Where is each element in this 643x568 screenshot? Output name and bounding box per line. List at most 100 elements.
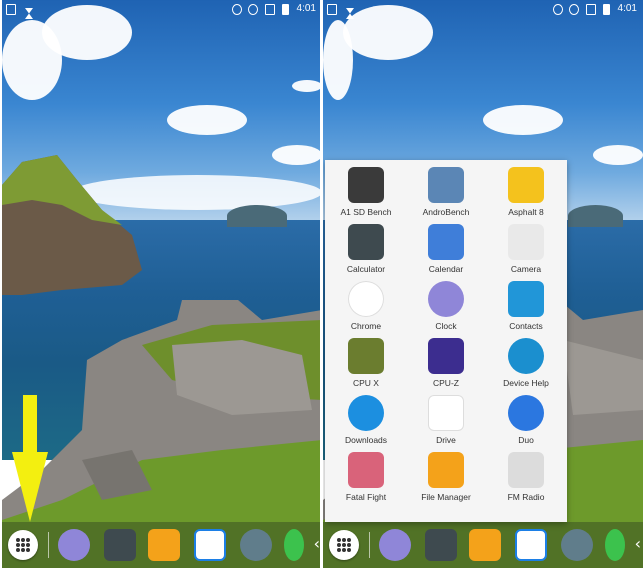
app-label: Downloads xyxy=(344,435,388,445)
launcher-dot xyxy=(21,543,25,547)
app-cpu-x[interactable]: CPU X xyxy=(326,333,406,390)
calculator-icon xyxy=(348,224,384,260)
launcher-dot xyxy=(342,548,346,552)
app-clock[interactable]: Clock xyxy=(406,276,486,333)
app-drawer-button[interactable] xyxy=(8,530,38,560)
settings-icon[interactable] xyxy=(240,529,272,561)
hotspot-icon xyxy=(232,4,242,15)
app-label: A1 SD Bench xyxy=(340,207,392,217)
app-drawer-screen: 4:01 A1 SD Bench AndroBench Asphalt 8 Calcu… xyxy=(323,0,643,568)
app-asphalt-8[interactable]: Asphalt 8 xyxy=(486,162,566,219)
app-androbench[interactable]: AndroBench xyxy=(406,162,486,219)
duo-icon xyxy=(508,395,544,431)
cloud xyxy=(292,80,322,92)
folder-icon xyxy=(428,452,464,488)
dock-separator xyxy=(369,532,370,558)
arrow-pointer-head xyxy=(12,452,48,522)
dock: ‹ xyxy=(323,522,643,568)
settings-icon[interactable] xyxy=(561,529,593,561)
app-drawer[interactable]: A1 SD Bench AndroBench Asphalt 8 Calculator… xyxy=(325,160,567,522)
clock-icon[interactable] xyxy=(379,529,411,561)
app-device-help[interactable]: Device Help xyxy=(486,333,566,390)
launcher-dot xyxy=(337,548,341,552)
xender-icon[interactable] xyxy=(194,529,226,561)
file-manager-icon[interactable] xyxy=(469,529,501,561)
app-label: CPU-Z xyxy=(433,378,459,388)
app-fatal-fight[interactable]: Fatal Fight xyxy=(326,447,406,504)
app-calendar[interactable]: Calendar xyxy=(406,219,486,276)
arrow-pointer-shaft xyxy=(23,395,37,455)
android-icon xyxy=(428,167,464,203)
launcher-dot xyxy=(16,543,20,547)
app-camera[interactable]: Camera xyxy=(486,219,566,276)
status-time: 4:01 xyxy=(296,3,316,14)
app-file-manager[interactable]: File Manager xyxy=(406,447,486,504)
app-label: Fatal Fight xyxy=(345,492,387,502)
no-signal-icon xyxy=(265,4,275,15)
app-label: File Manager xyxy=(421,492,471,502)
no-signal-icon xyxy=(586,4,596,15)
app-a1-sd-bench[interactable]: A1 SD Bench xyxy=(326,162,406,219)
launcher-dot xyxy=(26,538,30,542)
distant-island xyxy=(568,205,623,227)
calculator-icon[interactable] xyxy=(425,529,457,561)
calculator-icon[interactable] xyxy=(104,529,136,561)
image-icon xyxy=(327,4,337,15)
launcher-dot xyxy=(347,548,351,552)
clock-icon xyxy=(428,281,464,317)
app-contacts[interactable]: Contacts xyxy=(486,276,566,333)
radio-icon xyxy=(508,452,544,488)
launcher-dot xyxy=(26,543,30,547)
app-label: Chrome xyxy=(350,321,382,331)
sea-cliff xyxy=(2,155,142,295)
launcher-dot xyxy=(21,538,25,542)
whatsapp-icon[interactable] xyxy=(605,529,625,561)
screenshot-comparison: 4:01 ‹ 4:01 A1 SD Bench AndroBench Aspha… xyxy=(0,0,643,568)
app-duo[interactable]: Duo xyxy=(486,390,566,447)
contacts-icon xyxy=(508,281,544,317)
file-manager-icon[interactable] xyxy=(148,529,180,561)
battery-icon xyxy=(603,4,610,15)
app-label: Calculator xyxy=(346,264,386,274)
xender-icon[interactable] xyxy=(515,529,547,561)
app-chrome[interactable]: Chrome xyxy=(326,276,406,333)
cpu-z-icon xyxy=(428,338,464,374)
app-drawer-button[interactable] xyxy=(329,530,359,560)
whatsapp-icon[interactable] xyxy=(284,529,304,561)
app-label: Calendar xyxy=(428,264,464,274)
game-icon xyxy=(348,452,384,488)
app-label: Duo xyxy=(518,435,534,445)
app-label: AndroBench xyxy=(422,207,470,217)
hotspot-icon xyxy=(553,4,563,15)
cloud xyxy=(272,145,322,165)
launcher-dot xyxy=(16,538,20,542)
launcher-dot xyxy=(21,548,25,552)
app-fm-radio[interactable]: FM Radio xyxy=(486,447,566,504)
calendar-icon xyxy=(428,224,464,260)
drive-icon xyxy=(428,395,464,431)
car-icon xyxy=(508,167,544,203)
app-label: Asphalt 8 xyxy=(508,207,544,217)
alarm-icon xyxy=(569,4,579,15)
cloud xyxy=(167,105,247,135)
hourglass-icon xyxy=(345,4,355,19)
clock-icon[interactable] xyxy=(58,529,90,561)
status-time: 4:01 xyxy=(617,3,637,14)
launcher-dot xyxy=(347,538,351,542)
launcher-dot xyxy=(342,538,346,542)
app-cpu-z[interactable]: CPU-Z xyxy=(406,333,486,390)
app-label: CPU X xyxy=(353,378,379,388)
launcher-dot xyxy=(337,538,341,542)
app-downloads[interactable]: Downloads xyxy=(326,390,406,447)
app-drive[interactable]: Drive xyxy=(406,390,486,447)
app-calculator[interactable]: Calculator xyxy=(326,219,406,276)
app-label: Contacts xyxy=(509,321,543,331)
app-label: FM Radio xyxy=(507,492,545,502)
image-icon xyxy=(6,4,16,15)
home-screen: 4:01 ‹ xyxy=(2,0,322,568)
hourglass-icon xyxy=(24,4,34,19)
launcher-dot xyxy=(337,543,341,547)
chevron-left-icon[interactable]: ‹ xyxy=(635,534,641,553)
launcher-dot xyxy=(347,543,351,547)
status-bar: 4:01 xyxy=(2,0,322,20)
